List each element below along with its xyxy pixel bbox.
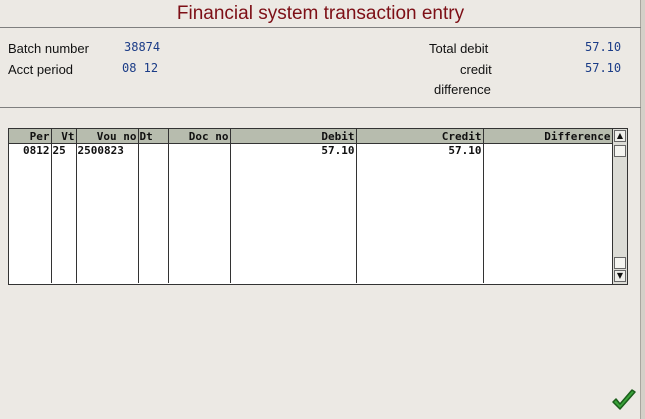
cell-vt[interactable]: 25 bbox=[51, 143, 77, 283]
down-arrow-icon[interactable]: ▼ bbox=[614, 270, 626, 282]
up-arrow-icon[interactable]: ▲ bbox=[614, 130, 626, 142]
header-divider bbox=[0, 107, 641, 108]
total-debit-value: 57.10 bbox=[585, 40, 622, 54]
cell-vou-no[interactable]: 2500823 bbox=[76, 143, 139, 283]
table-header-row: Per Vt Vou no Dt Doc no Debit Credit Dif… bbox=[9, 129, 613, 144]
cell-dt[interactable] bbox=[138, 143, 169, 283]
difference-label: difference bbox=[434, 82, 491, 97]
batch-number-value[interactable]: 38874 bbox=[124, 40, 160, 54]
column-header-per[interactable]: Per bbox=[9, 129, 52, 144]
scroll-thumb[interactable] bbox=[614, 145, 626, 157]
cell-debit[interactable]: 57.10 bbox=[230, 143, 357, 283]
grid-scrollbar[interactable]: ▲ ▼ bbox=[612, 129, 627, 284]
transaction-table: Per Vt Vou no Dt Doc no Debit Credit Dif… bbox=[9, 129, 613, 283]
window-edge bbox=[640, 0, 645, 419]
cell-doc-no[interactable] bbox=[168, 143, 231, 283]
credit-value: 57.10 bbox=[585, 61, 622, 75]
batch-number-label: Batch number bbox=[8, 41, 89, 56]
table-row[interactable]: 0812 25 2500823 57.10 57.10 bbox=[9, 143, 613, 283]
acct-period-label: Acct period bbox=[8, 62, 74, 77]
cell-difference[interactable] bbox=[483, 143, 613, 283]
column-header-dt[interactable]: Dt bbox=[138, 129, 169, 144]
column-header-doc-no[interactable]: Doc no bbox=[168, 129, 231, 144]
page-title: Financial system transaction entry bbox=[176, 3, 465, 24]
checkmark-icon[interactable] bbox=[610, 388, 638, 414]
cell-per[interactable]: 0812 bbox=[9, 143, 52, 283]
title-divider bbox=[0, 27, 641, 28]
credit-label: credit bbox=[460, 62, 492, 77]
scroll-lower-button[interactable] bbox=[614, 257, 626, 269]
transaction-grid[interactable]: Per Vt Vou no Dt Doc no Debit Credit Dif… bbox=[8, 128, 628, 285]
total-debit-label: Total debit bbox=[429, 41, 489, 56]
column-header-debit[interactable]: Debit bbox=[230, 129, 357, 144]
column-header-difference[interactable]: Difference bbox=[483, 129, 613, 144]
column-header-vt[interactable]: Vt bbox=[51, 129, 77, 144]
column-header-credit[interactable]: Credit bbox=[356, 129, 484, 144]
cell-credit[interactable]: 57.10 bbox=[356, 143, 484, 283]
column-header-vou-no[interactable]: Vou no bbox=[76, 129, 139, 144]
acct-period-value[interactable]: 08 12 bbox=[122, 61, 158, 75]
